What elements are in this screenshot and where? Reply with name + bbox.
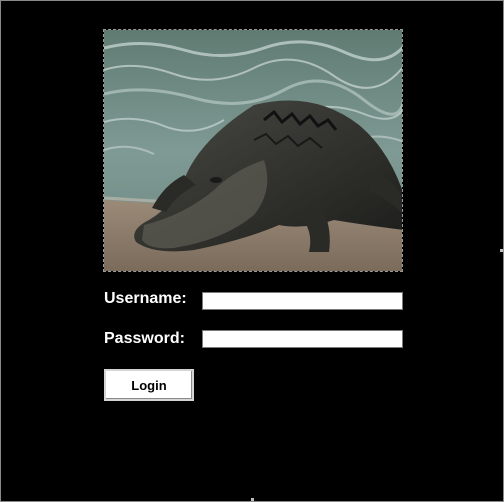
login-window: Username: Password: Login <box>0 0 504 502</box>
username-label: Username: <box>104 290 187 307</box>
resize-handle-bottom[interactable] <box>251 498 254 501</box>
password-label: Password: <box>104 330 185 347</box>
alligator-image <box>104 30 402 271</box>
username-input[interactable] <box>202 292 403 310</box>
login-button[interactable]: Login <box>104 369 194 401</box>
password-input[interactable] <box>202 330 403 348</box>
resize-handle-right[interactable] <box>500 249 503 252</box>
alligator-photo <box>103 29 403 272</box>
